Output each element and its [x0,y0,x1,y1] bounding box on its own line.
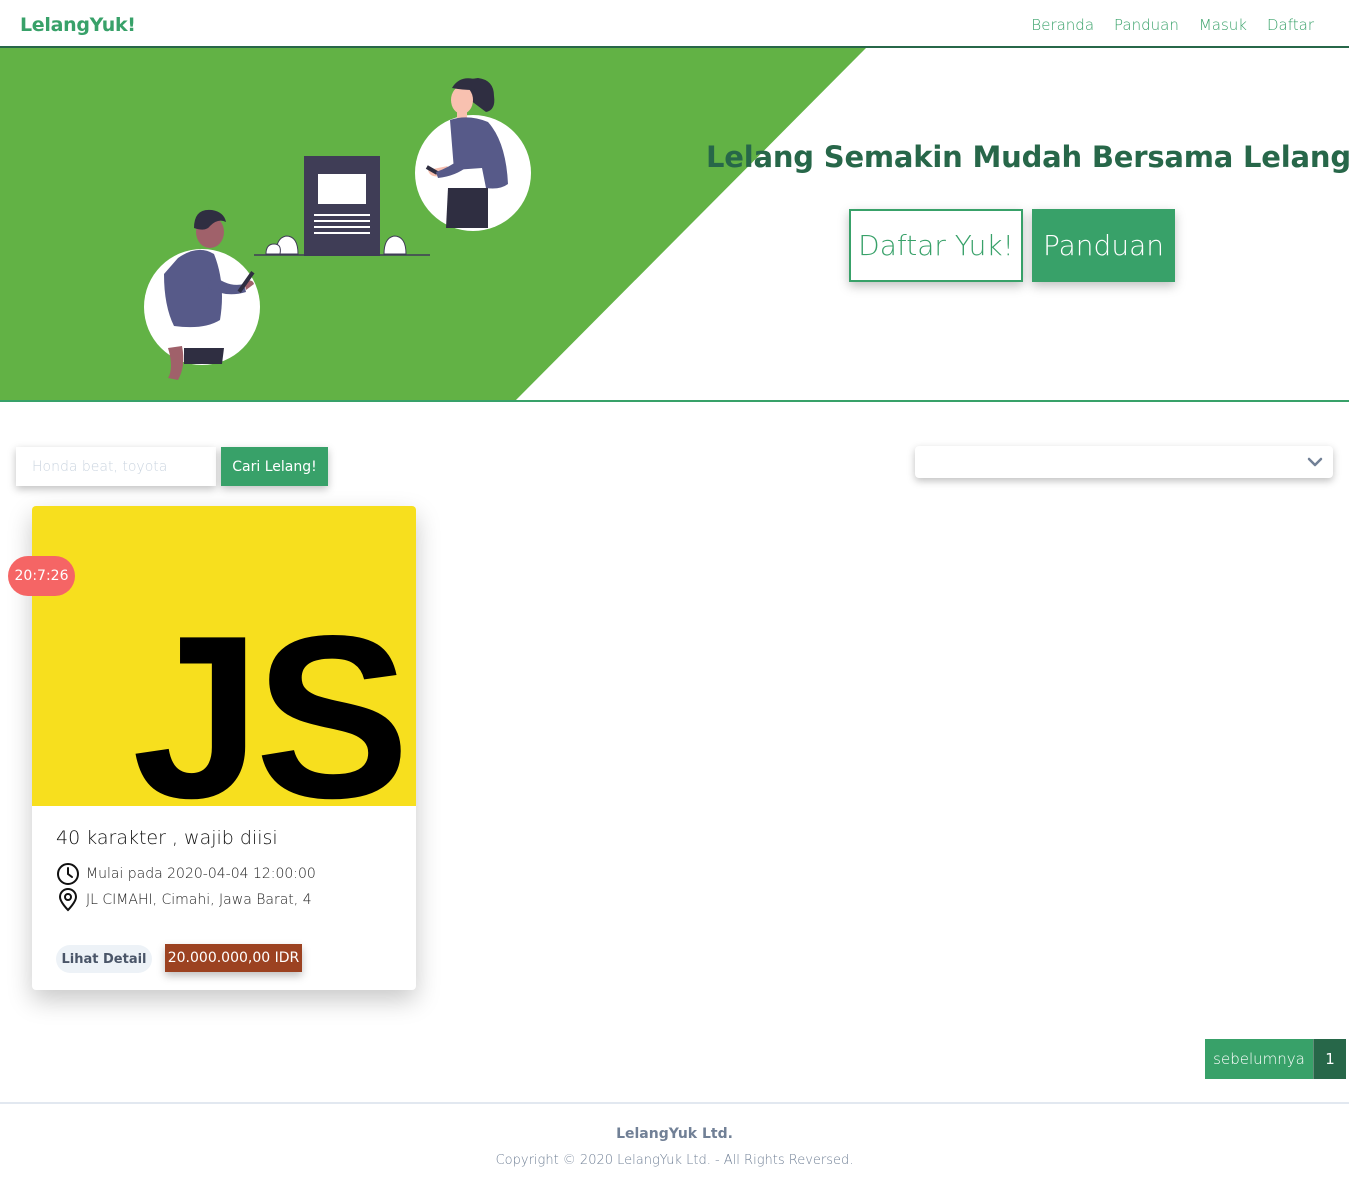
footer: LelangYuk Ltd. Copyright © 2020 LelangYu… [0,1102,1349,1184]
pagination: sebelumnya 1 [1205,1039,1346,1079]
auction-card[interactable]: JS 40 karakter , wajib diisi Mulai pada … [32,506,416,990]
auction-start: Mulai pada 2020-04-04 12:00:00 [86,866,316,882]
hero-banner: Lelang Semakin Mudah Bersama LelangYuk D… [0,48,1349,402]
auction-start-row: Mulai pada 2020-04-04 12:00:00 [56,862,316,886]
previous-page-button[interactable]: sebelumnya [1205,1039,1313,1079]
footer-copyright: Copyright © 2020 LelangYuk Ltd. - All Ri… [495,1153,854,1168]
nav-link-panduan[interactable]: Panduan [1114,16,1179,34]
clock-icon [57,863,79,885]
search-button[interactable]: Cari Lelang! [221,447,328,486]
price-badge: 20.000.000,00 IDR [165,944,302,972]
location-pin-icon [58,888,78,912]
footer-company: LelangYuk Ltd. [616,1126,733,1142]
page-number-button[interactable]: 1 [1313,1039,1346,1079]
auction-title: 40 karakter , wajib diisi [56,827,278,849]
nav-link-masuk[interactable]: Masuk [1199,16,1247,34]
auction-location: JL CIMAHI, Cimahi, Jawa Barat, 4 [86,892,312,908]
nav-link-beranda[interactable]: Beranda [1031,16,1094,34]
countdown-badge: 20:7:26 [8,556,75,596]
view-detail-button[interactable]: Lihat Detail [56,945,152,973]
filter-select[interactable] [915,446,1333,478]
brand-logo[interactable]: LelangYuk! [20,14,136,36]
auction-location-row: JL CIMAHI, Cimahi, Jawa Barat, 4 [56,888,312,912]
guide-button[interactable]: Panduan [1032,209,1175,282]
search-input[interactable] [16,447,216,486]
hero-title: Lelang Semakin Mudah Bersama LelangYuk [706,140,1349,174]
navbar: LelangYuk! Beranda Panduan Masuk Daftar [0,0,1349,48]
auction-image-text: JS [132,588,410,807]
auction-image[interactable]: JS [32,506,416,806]
nav-link-daftar[interactable]: Daftar [1267,16,1314,34]
register-button[interactable]: Daftar Yuk! [849,209,1023,282]
nav-links: Beranda Panduan Masuk Daftar [1031,16,1314,34]
chevron-down-icon [1307,457,1323,467]
